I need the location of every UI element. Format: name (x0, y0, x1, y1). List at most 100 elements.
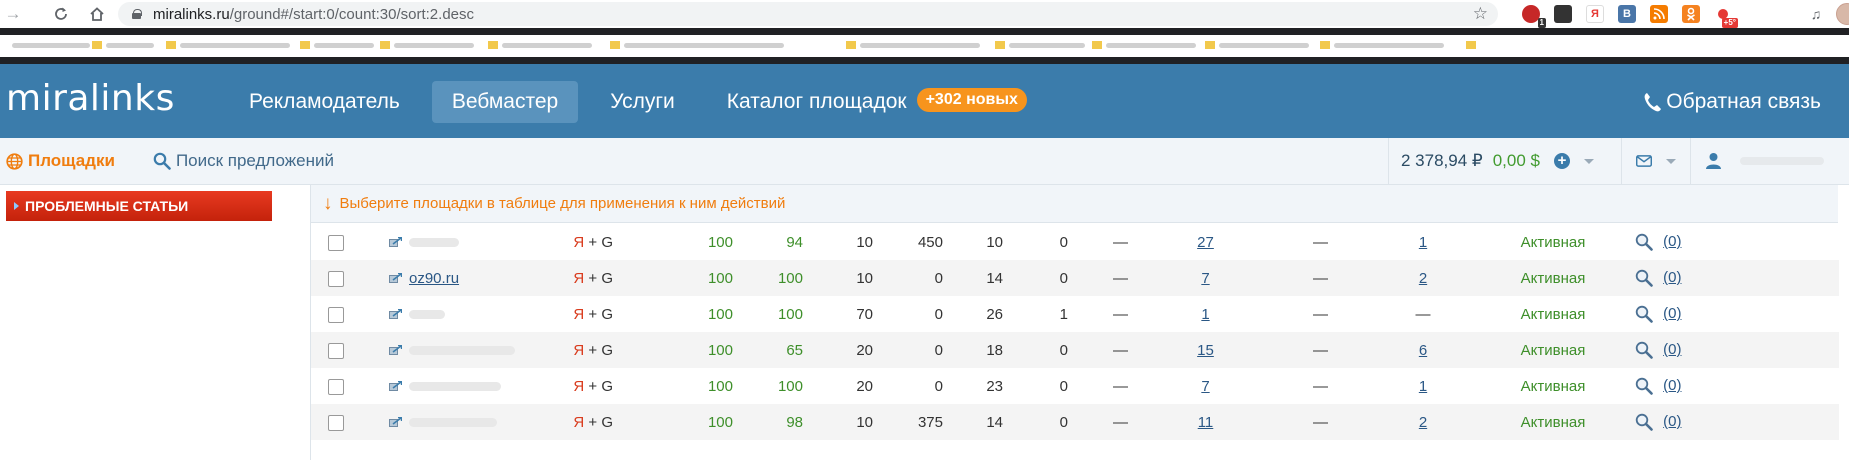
site-type-icon (389, 308, 402, 319)
site-name-redacted[interactable] (409, 309, 445, 319)
metric-col-2: 94 (786, 233, 803, 251)
site-name-redacted[interactable] (409, 345, 515, 355)
table-row[interactable]: oz90.ru Я + G 100 100 10 0 14 0 — 7 — 2 … (311, 260, 1839, 296)
metric-col-4: 0 (934, 305, 943, 323)
row-checkbox[interactable] (328, 234, 344, 251)
row-checkbox[interactable] (328, 378, 344, 395)
balance-dropdown-icon[interactable] (1583, 158, 1594, 164)
ext-ok-icon[interactable] (1682, 5, 1700, 23)
magnifier-icon[interactable] (1635, 269, 1653, 287)
ext-weather-icon[interactable]: +5° (1714, 5, 1738, 28)
table-row[interactable]: Я + G 100 98 10 375 14 0 — 11 — 2 Активн… (311, 404, 1839, 440)
yandex-mark: Я (573, 413, 585, 431)
ext-tag-icon[interactable] (1554, 5, 1572, 23)
row-checkbox[interactable] (328, 414, 344, 431)
extensions-bar: 1 Я B +5° (1515, 4, 1739, 28)
site-name-redacted[interactable] (409, 237, 459, 247)
new-sites-badge: +302 новых (916, 88, 1027, 113)
reload-icon[interactable] (48, 0, 74, 28)
magnifier-icon[interactable] (1635, 413, 1653, 431)
user-block[interactable] (1690, 138, 1849, 184)
reviews-link[interactable]: (0) (1663, 341, 1681, 358)
add-funds-icon[interactable]: + (1553, 153, 1570, 169)
nav-advertiser[interactable]: Рекламодатель (229, 81, 420, 123)
metric-col-8: 1 (1163, 296, 1248, 332)
count-link[interactable]: 11 (1198, 414, 1214, 431)
site-name-redacted[interactable] (409, 381, 501, 391)
metric-col-9: — (1313, 413, 1328, 431)
nav-services[interactable]: Услуги (590, 81, 695, 123)
table-row[interactable]: Я + G 100 65 20 0 18 0 — 15 — 6 Активная… (311, 332, 1839, 368)
reviews-link[interactable]: (0) (1663, 269, 1681, 286)
row-select-cell (311, 368, 361, 404)
yandex-mark: Я (573, 305, 585, 323)
nav-catalog[interactable]: Каталог площадок +302 новых (707, 81, 1047, 123)
site-link[interactable]: oz90.ru (409, 270, 459, 287)
metric-col-1: 100 (707, 269, 733, 287)
bookmark-star-icon[interactable]: ☆ (1473, 4, 1488, 24)
metric-col-8: 7 (1163, 368, 1248, 404)
google-mark: + G (588, 269, 613, 287)
metric-col-1: 100 (707, 377, 733, 395)
table-row[interactable]: Я + G 100 94 10 450 10 0 — 27 — 1 Активн… (311, 224, 1839, 260)
metric-col-2: 100 (777, 269, 803, 287)
count-link[interactable]: 1 (1201, 306, 1209, 323)
magnifier-icon[interactable] (1635, 377, 1653, 395)
google-mark: + G (588, 233, 613, 251)
media-icon[interactable]: ♫ (1807, 5, 1825, 23)
count-link[interactable]: 15 (1197, 342, 1214, 359)
magnifier-icon[interactable] (1635, 305, 1653, 323)
metric-col-6: 0 (1059, 377, 1068, 395)
address-bar[interactable]: miralinks.ru/ground#/start:0/count:30/so… (118, 2, 1498, 26)
ext-red-icon[interactable]: 1 (1522, 5, 1546, 28)
sites-tab[interactable]: Площадки (6, 151, 115, 171)
offers-search-tab[interactable]: Поиск предложений (153, 151, 334, 171)
magnifier-icon[interactable] (1635, 233, 1653, 251)
sites-label: Площадки (28, 151, 115, 170)
count-link[interactable]: 1 (1419, 234, 1427, 251)
sidebar: ПРОБЛЕМНЫЕ СТАТЬИ (0, 185, 310, 460)
content-area: ПРОБЛЕМНЫЕ СТАТЬИ ↓ Выберите площадки в … (0, 185, 1849, 460)
count-link[interactable]: 27 (1197, 234, 1214, 251)
nav-webmaster[interactable]: Вебмастер (431, 81, 579, 123)
site-name-redacted[interactable] (409, 417, 497, 427)
count-link[interactable]: 2 (1419, 270, 1427, 287)
yandex-mark: Я (573, 269, 585, 287)
reviews-cell: (0) (1623, 224, 1839, 260)
count-link[interactable]: — (1416, 306, 1431, 323)
site-type-icon (389, 416, 402, 427)
count-link[interactable]: 7 (1201, 378, 1209, 395)
google-mark: + G (588, 413, 613, 431)
count-link[interactable]: 6 (1419, 342, 1427, 359)
row-checkbox[interactable] (328, 306, 344, 323)
site-header: miralinks Рекламодатель Вебмастер Услуги… (0, 64, 1849, 138)
row-checkbox[interactable] (328, 342, 344, 359)
ext-vk-icon[interactable]: B (1618, 5, 1636, 23)
yandex-mark: Я (573, 233, 585, 251)
magnifier-icon[interactable] (1635, 341, 1653, 359)
ext-yandex-icon[interactable]: Я (1586, 5, 1604, 23)
site-cell (361, 332, 541, 368)
count-link[interactable]: 2 (1419, 414, 1427, 431)
count-link[interactable]: 1 (1419, 378, 1427, 395)
messages-block[interactable] (1621, 138, 1690, 184)
table-row[interactable]: Я + G 100 100 70 0 26 1 — 1 — — Активная… (311, 296, 1839, 332)
row-checkbox[interactable] (328, 270, 344, 287)
search-engines-cell: Я + G (541, 224, 613, 260)
metric-col-6: 0 (1059, 269, 1068, 287)
reviews-cell: (0) (1623, 260, 1839, 296)
reviews-link[interactable]: (0) (1663, 413, 1681, 430)
home-icon[interactable] (84, 0, 110, 28)
reviews-link[interactable]: (0) (1663, 233, 1681, 250)
reviews-link[interactable]: (0) (1663, 377, 1681, 394)
reviews-link[interactable]: (0) (1663, 305, 1681, 322)
ext-rss-icon[interactable] (1650, 5, 1668, 23)
miralinks-logo[interactable]: miralinks (6, 78, 175, 119)
count-link[interactable]: 7 (1201, 270, 1209, 287)
profile-avatar[interactable] (1836, 3, 1849, 25)
feedback-link[interactable]: Обратная связь (1642, 81, 1821, 123)
problem-articles-button[interactable]: ПРОБЛЕМНЫЕ СТАТЬИ (6, 191, 272, 221)
table-row[interactable]: Я + G 100 100 20 0 23 0 — 7 — 1 Активная… (311, 368, 1839, 404)
forward-icon[interactable]: → (0, 0, 26, 28)
row-select-cell (311, 332, 361, 368)
